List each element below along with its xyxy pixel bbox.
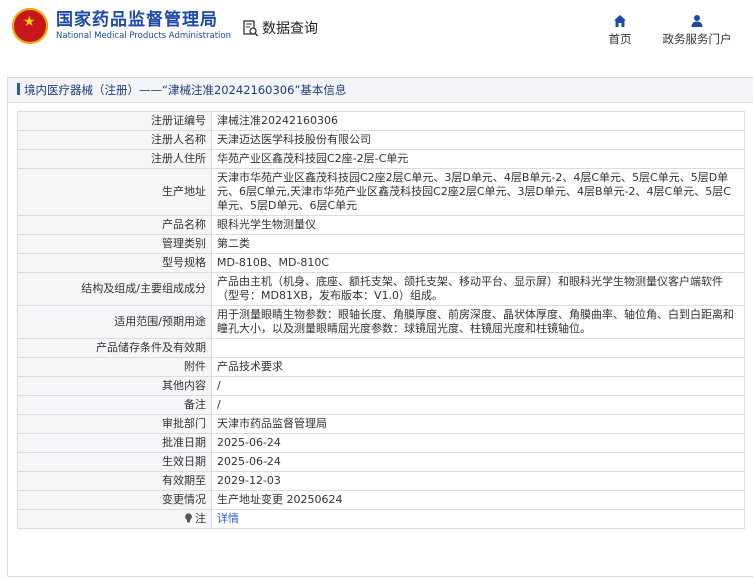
- data-query-label: 数据查询: [262, 21, 318, 37]
- table-row: 结构及组成/主要组成成分 产品由主机（机身、底座、额托支架、颌托支架、移动平台、显…: [17, 272, 745, 306]
- table-row: 型号规格 MD-810B、MD-810C: [17, 253, 745, 273]
- field-label: 结构及组成/主要组成成分: [17, 272, 212, 306]
- note-label-cell: 注: [17, 509, 212, 529]
- nav-gov-service-portal[interactable]: 政务服务门户: [657, 14, 737, 47]
- lightbulb-icon: [185, 513, 192, 523]
- table-row: 注册人名称 天津迈达医学科技股份有限公司: [17, 130, 745, 150]
- table-row: 附件 产品技术要求: [17, 357, 745, 377]
- logo-text: 国家药品监督管理局 National Medical Products Admi…: [56, 10, 231, 42]
- site-header: 国家药品监督管理局 National Medical Products Admi…: [0, 0, 753, 62]
- field-label: 注册人住所: [17, 149, 212, 169]
- field-value: 天津迈达医学科技股份有限公司: [211, 130, 745, 150]
- field-value: /: [211, 376, 745, 396]
- table-row: 备注 /: [17, 395, 745, 415]
- table-row: 生产地址 天津市华苑产业区鑫茂科技园C2座2层C单元、3层D单元、4层B单元-2、…: [17, 168, 745, 216]
- field-label: 产品名称: [17, 215, 212, 235]
- logo-title-cn: 国家药品监督管理局: [56, 10, 218, 30]
- field-value: [211, 338, 745, 358]
- table-row: 生效日期 2025-06-24: [17, 452, 745, 472]
- table-row: 产品名称 眼科光学生物测量仪: [17, 215, 745, 235]
- field-label: 变更情况: [17, 490, 212, 510]
- note-label: 注: [195, 512, 206, 525]
- field-value: 华苑产业区鑫茂科技园C2座-2层-C单元: [211, 149, 745, 169]
- field-value: 生产地址变更 20250624: [211, 490, 745, 510]
- table-row: 其他内容 /: [17, 376, 745, 396]
- title-bar-marker: [17, 83, 20, 95]
- note-value-cell: 详情: [211, 509, 745, 529]
- field-label: 其他内容: [17, 376, 212, 396]
- home-icon: [614, 15, 626, 27]
- field-label: 型号规格: [17, 253, 212, 273]
- table-row: 变更情况 生产地址变更 20250624: [17, 490, 745, 510]
- field-label: 有效期至: [17, 471, 212, 491]
- field-value: 产品由主机（机身、底座、额托支架、颌托支架、移动平台、显示屏）和眼科光学生物测量…: [211, 272, 745, 306]
- field-value: 2025-06-24: [211, 433, 745, 453]
- basic-info-table: 注册证编号 津械注准20242160306 注册人名称 天津迈达医学科技股份有限公司注…: [17, 111, 745, 529]
- table-row: 批准日期 2025-06-24: [17, 433, 745, 453]
- nav-home-label: 首页: [608, 32, 632, 46]
- logo-title-en: National Medical Products Administration: [56, 31, 231, 41]
- field-value: 产品技术要求: [211, 357, 745, 377]
- nav-home[interactable]: 首页: [607, 14, 633, 47]
- nav-gov-label: 政务服务门户: [662, 32, 732, 46]
- panel-title-text: 境内医疗器械（注册）——“津械注准20242160306”基本信息: [24, 83, 347, 97]
- data-query-link[interactable]: 数据查询: [243, 18, 318, 38]
- field-label: 审批部门: [17, 414, 212, 434]
- field-value: 用于测量眼睛生物参数：眼轴长度、角膜厚度、前房深度、晶状体厚度、角膜曲率、轴位角…: [211, 305, 745, 339]
- site-logo[interactable]: 国家药品监督管理局 National Medical Products Admi…: [12, 8, 231, 44]
- table-row: 注册证编号 津械注准20242160306: [17, 111, 745, 131]
- document-search-icon: [243, 19, 258, 36]
- field-label: 生产地址: [17, 168, 212, 216]
- table-row: 有效期至 2029-12-03: [17, 471, 745, 491]
- field-value: 眼科光学生物测量仪: [211, 215, 745, 235]
- table-row: 注册人住所 华苑产业区鑫茂科技园C2座-2层-C单元: [17, 149, 745, 169]
- field-label: 注册人名称: [17, 130, 212, 150]
- basic-info-table-body: 注册证编号 津械注准20242160306 注册人名称 天津迈达医学科技股份有限公司注…: [17, 111, 745, 529]
- info-panel: 境内医疗器械（注册）——“津械注准20242160306”基本信息 注册证编号津…: [7, 77, 753, 577]
- field-label: 生效日期: [17, 452, 212, 472]
- field-label: 备注: [17, 395, 212, 415]
- table-row: 审批部门 天津市药品监督管理局: [17, 414, 745, 434]
- field-label: 管理类别: [17, 234, 212, 254]
- table-row: 适用范围/预期用途 用于测量眼睛生物参数：眼轴长度、角膜厚度、前房深度、晶状体厚度…: [17, 305, 745, 339]
- table-row-note: 注详情: [17, 509, 745, 529]
- table-row: 产品储存条件及有效期: [17, 338, 745, 358]
- table-row: 管理类别 第二类: [17, 234, 745, 254]
- panel-title: 境内医疗器械（注册）——“津械注准20242160306”基本信息: [8, 78, 753, 103]
- field-label: 注册证编号: [17, 111, 212, 131]
- field-value: 天津市药品监督管理局: [211, 414, 745, 434]
- field-value: 天津市华苑产业区鑫茂科技园C2座2层C单元、3层D单元、4层B单元-2、4层C单…: [211, 168, 745, 216]
- field-value: 第二类: [211, 234, 745, 254]
- field-label: 产品储存条件及有效期: [17, 338, 212, 358]
- field-label: 适用范围/预期用途: [17, 305, 212, 339]
- field-label: 批准日期: [17, 433, 212, 453]
- details-link[interactable]: 详情: [217, 512, 239, 525]
- field-value: 2029-12-03: [211, 471, 745, 491]
- field-value: /: [211, 395, 745, 415]
- user-icon: [691, 15, 703, 27]
- field-value: 津械注准20242160306: [211, 111, 745, 131]
- national-emblem-icon: [12, 8, 48, 44]
- field-label: 附件: [17, 357, 212, 377]
- field-value: 2025-06-24: [211, 452, 745, 472]
- field-value: MD-810B、MD-810C: [211, 253, 745, 273]
